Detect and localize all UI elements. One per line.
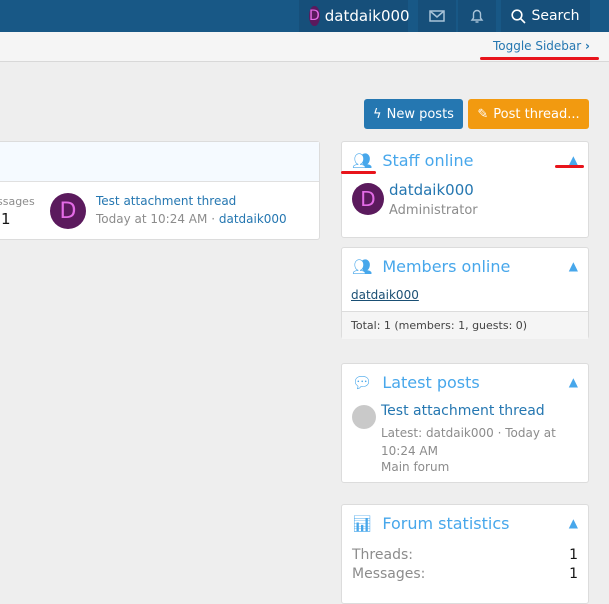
block-header[interactable]: 📊︎ Forum statistics ▲ bbox=[342, 505, 588, 541]
block-header[interactable]: 👥︎ Staff online ▲ bbox=[342, 142, 588, 178]
latest-user-link[interactable]: datdaik000 bbox=[219, 212, 287, 226]
staff-online-block: 👥︎ Staff online ▲ D datdaik000 Administrat… bbox=[341, 141, 589, 238]
member-link[interactable]: datdaik000 bbox=[351, 288, 419, 302]
members-total: Total: 1 (members: 1, guests: 0) bbox=[342, 311, 588, 339]
search-icon bbox=[511, 8, 527, 24]
latest-thread-link[interactable]: Test attachment thread bbox=[381, 403, 545, 419]
block-title: Forum statistics bbox=[382, 513, 510, 533]
block-title: Members online bbox=[382, 256, 511, 276]
chevron-up-icon[interactable]: ▲ bbox=[569, 259, 578, 273]
chevron-up-icon[interactable]: ▲ bbox=[569, 516, 578, 530]
users-icon: 👥︎ bbox=[352, 256, 373, 276]
username: datdaik000 bbox=[324, 7, 410, 25]
block-header bbox=[0, 142, 319, 182]
stat-value: 1 bbox=[569, 547, 578, 563]
latest-posts-block: 💬︎ Latest posts ▲ Test attachment thread L… bbox=[341, 363, 589, 483]
members-online-block: 👥︎ Members online ▲ datdaik000 Total: 1 (m… bbox=[341, 247, 589, 339]
annotation-underline bbox=[555, 165, 584, 168]
staff-user-link[interactable]: datdaik000 bbox=[389, 181, 474, 199]
stat-row: Threads: 1 bbox=[342, 546, 588, 565]
messages-count: 1 bbox=[1, 210, 11, 228]
envelope-icon[interactable] bbox=[418, 0, 456, 32]
stat-value: 1 bbox=[569, 566, 578, 582]
edit-icon: ✎ bbox=[477, 106, 489, 122]
post-thread-button[interactable]: ✎ Post thread... bbox=[468, 99, 589, 129]
latest-meta: Latest: datdaik000 · Today at 10:24 AM bbox=[381, 426, 556, 458]
chevron-right-icon: › bbox=[585, 39, 590, 53]
new-posts-button[interactable]: ϟ New posts bbox=[364, 99, 463, 129]
forum-link[interactable]: Main forum bbox=[381, 460, 449, 474]
chevron-up-icon[interactable]: ▲ bbox=[569, 375, 578, 389]
account-menu[interactable]: Ddatdaik000 bbox=[299, 0, 410, 32]
comment-icon: 💬︎ bbox=[352, 372, 373, 392]
toggle-sidebar-link[interactable]: Toggle Sidebar › bbox=[493, 39, 590, 53]
post-thread-label: Post thread... bbox=[493, 106, 580, 122]
forum-node-block: ssages 1 D Test attachment thread Today … bbox=[0, 141, 320, 240]
toggle-sidebar-label: Toggle Sidebar bbox=[492, 39, 582, 53]
forum-statistics-block: 📊︎ Forum statistics ▲ Threads: 1 Messages: 1 bbox=[341, 504, 589, 604]
block-header[interactable]: 👥︎ Members online ▲ bbox=[342, 248, 588, 284]
block-title: Latest posts bbox=[382, 372, 480, 392]
thread-avatar[interactable] bbox=[352, 405, 376, 429]
new-posts-label: New posts bbox=[386, 106, 454, 122]
annotation-underline bbox=[480, 57, 599, 60]
latest-time: Today at 10:24 AM bbox=[96, 212, 208, 226]
messages-label: ssages bbox=[0, 195, 35, 208]
search-button[interactable]: Search bbox=[501, 0, 590, 32]
users-icon: 👥︎ bbox=[352, 150, 373, 170]
search-label: Search bbox=[531, 8, 580, 24]
stat-label: Messages: bbox=[352, 566, 426, 582]
avatar[interactable]: D bbox=[352, 183, 384, 215]
annotation-underline bbox=[341, 171, 376, 174]
avatar: D bbox=[309, 6, 320, 26]
separator: · bbox=[211, 212, 216, 226]
stat-label: Threads: bbox=[352, 547, 413, 563]
bar-chart-icon: 📊︎ bbox=[352, 513, 373, 533]
bell-icon[interactable] bbox=[458, 0, 496, 32]
block-header[interactable]: 💬︎ Latest posts ▲ bbox=[342, 364, 588, 400]
avatar[interactable]: D bbox=[50, 193, 86, 229]
stat-row: Messages: 1 bbox=[342, 565, 588, 584]
block-title: Staff online bbox=[382, 150, 474, 170]
staff-role: Administrator bbox=[389, 203, 478, 218]
bolt-icon: ϟ bbox=[373, 106, 382, 122]
latest-thread-link[interactable]: Test attachment thread bbox=[96, 194, 236, 208]
